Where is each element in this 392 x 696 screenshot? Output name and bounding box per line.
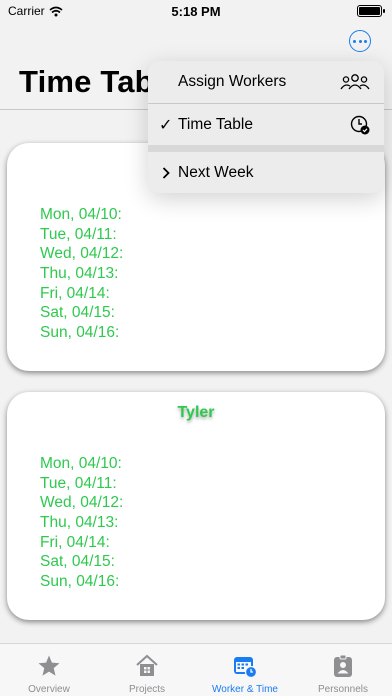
tab-worker-and-time[interactable]: Worker & Time — [196, 644, 294, 696]
calendar-clock-icon — [234, 657, 257, 678]
day-row: Sat, 04/15: — [40, 553, 115, 571]
star-icon — [38, 655, 60, 676]
checkmark-icon: ✓ — [159, 117, 173, 134]
chevron-right-icon — [162, 167, 170, 179]
day-row: Fri, 04/14: — [40, 284, 110, 302]
day-row: Fri, 04/14: — [40, 533, 110, 551]
day-list: Mon, 04/10: Tue, 04/11: Wed, 04/12: Thu,… — [40, 454, 123, 592]
day-row: Mon, 04/10: — [40, 455, 122, 472]
menu-item-label: Assign Workers — [178, 73, 287, 90]
tab-label: Worker & Time — [212, 684, 278, 695]
battery-icon — [357, 5, 385, 17]
menu-item-label: Time Table — [178, 116, 253, 133]
day-row: Sat, 04/15: — [40, 304, 115, 322]
clock-badge-checkmark-icon — [350, 115, 370, 135]
house-icon — [136, 654, 158, 676]
status-bar: Carrier 5:18 PM — [0, 0, 392, 24]
tab-label: Projects — [128, 684, 166, 695]
worker-name: Tyler — [177, 404, 215, 421]
menu-item-label: Next Week — [178, 164, 254, 181]
more-options-button[interactable] — [349, 30, 371, 52]
day-row: Sun, 04/16: — [40, 573, 120, 591]
day-row: Thu, 04/13: — [40, 514, 119, 532]
tab-personnels[interactable]: Personnels — [294, 644, 392, 696]
worker-card: Tyler Mon, 04/10: Tue, 04/11: Wed, 04/12… — [7, 392, 385, 620]
tab-overview[interactable]: Overview — [0, 644, 98, 696]
person-3-icon — [340, 74, 370, 90]
menu-item-time-table[interactable]: ✓ Time Table — [148, 104, 384, 145]
day-row: Tue, 04/11: — [40, 225, 117, 243]
day-row: Sun, 04/16: — [40, 324, 120, 342]
day-list: Mon, 04/10: Tue, 04/11: Wed, 04/12: Thu,… — [40, 205, 123, 343]
person-badge-icon — [334, 654, 352, 677]
status-time: 5:18 PM — [171, 4, 221, 19]
day-row: Wed, 04/12: — [40, 494, 124, 512]
day-row: Thu, 04/13: — [40, 265, 119, 283]
menu-section-divider — [148, 145, 384, 152]
day-row: Mon, 04/10: — [40, 206, 122, 223]
tab-label: Personnels — [317, 684, 369, 695]
menu-item-next-week[interactable]: Next Week — [148, 152, 384, 193]
options-menu: Assign Workers ✓ Time Table Next Week — [148, 61, 384, 193]
tab-bar: Overview Projects Worker & Time Personne… — [0, 643, 392, 696]
tab-label: Overview — [28, 684, 70, 695]
menu-item-assign-workers[interactable]: Assign Workers — [148, 61, 384, 103]
day-row: Wed, 04/12: — [40, 245, 124, 263]
tab-projects[interactable]: Projects — [98, 644, 196, 696]
day-row: Tue, 04/11: — [40, 474, 117, 492]
ellipsis-circle-icon — [353, 39, 356, 43]
